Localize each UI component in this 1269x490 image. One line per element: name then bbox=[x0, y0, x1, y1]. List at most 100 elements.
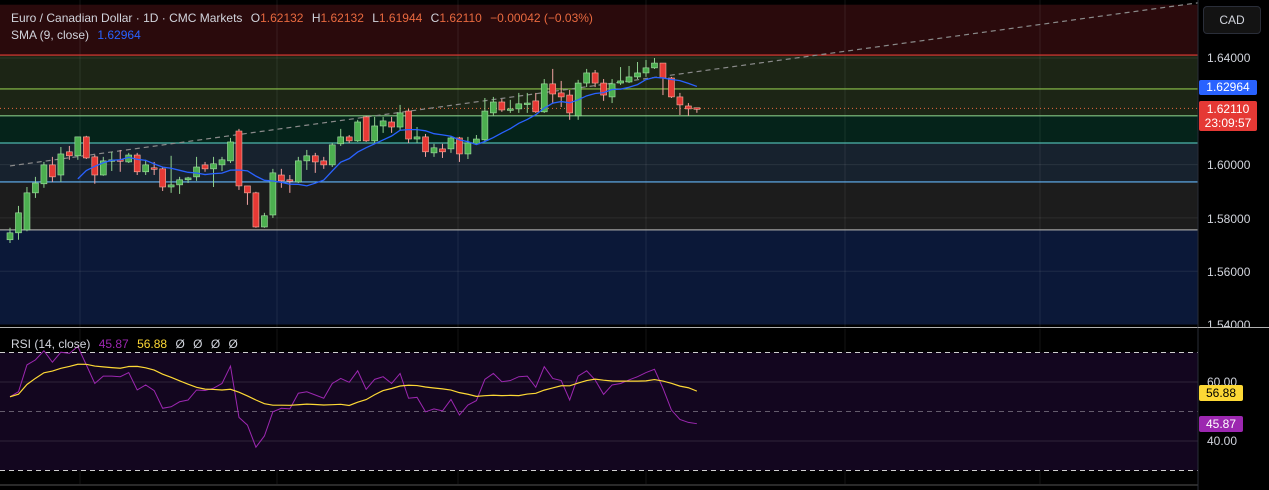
zone-band bbox=[0, 143, 1198, 182]
candle-body bbox=[566, 94, 573, 114]
candle-body bbox=[184, 177, 192, 181]
price-tick: 1.64000 bbox=[1207, 51, 1251, 65]
candle-body bbox=[430, 147, 438, 154]
candle-body bbox=[413, 136, 421, 140]
price-tick: 1.56000 bbox=[1207, 265, 1251, 279]
price-tick: 1.60000 bbox=[1207, 158, 1251, 172]
price-tick: 1.58000 bbox=[1207, 212, 1251, 226]
high-label: H bbox=[311, 11, 321, 25]
candle-body bbox=[396, 112, 404, 128]
candle-body bbox=[328, 144, 336, 166]
candle-body bbox=[311, 155, 319, 163]
rsi-label: RSI (14, close) bbox=[11, 337, 91, 351]
candle-body bbox=[685, 105, 692, 110]
high-value: 1.62132 bbox=[320, 11, 364, 25]
candle-body bbox=[464, 142, 472, 155]
candle-body bbox=[15, 212, 22, 234]
candle-body bbox=[57, 153, 65, 176]
chart-canvas[interactable] bbox=[0, 0, 1269, 490]
candle-body bbox=[218, 159, 226, 166]
candle-body bbox=[66, 151, 73, 157]
candle-body bbox=[651, 62, 658, 69]
candle-body bbox=[617, 80, 624, 84]
zone-band bbox=[0, 115, 1198, 144]
last-price: 1.62110 bbox=[1206, 102, 1250, 116]
candle-body bbox=[150, 167, 158, 170]
candle-body bbox=[345, 136, 353, 142]
candle-body bbox=[32, 182, 39, 194]
candle-body bbox=[6, 232, 14, 241]
candle-body bbox=[286, 179, 294, 182]
candle-body bbox=[583, 72, 590, 84]
price-tick: 1.54000 bbox=[1207, 318, 1251, 327]
rsi-tag: 45.87 bbox=[1199, 416, 1243, 432]
candle-body bbox=[40, 164, 48, 185]
open-label: O bbox=[250, 11, 261, 25]
candle-body bbox=[507, 108, 514, 111]
candle-body bbox=[642, 67, 650, 74]
candle-body bbox=[634, 72, 641, 78]
candle-body bbox=[159, 168, 166, 188]
candle-body bbox=[261, 215, 268, 228]
candle-body bbox=[176, 179, 183, 186]
rsi-ma-tag: 56.88 bbox=[1199, 385, 1243, 401]
candle-body bbox=[591, 72, 599, 84]
rsi-value: 45.87 bbox=[98, 337, 129, 351]
candle-body bbox=[625, 76, 633, 83]
candle-body bbox=[133, 154, 141, 173]
candle-body bbox=[142, 164, 149, 173]
sma-label: SMA (9, close) bbox=[11, 28, 90, 42]
candle-body bbox=[235, 130, 243, 187]
candle-body bbox=[532, 100, 540, 113]
candle-body bbox=[295, 160, 302, 183]
candle-body bbox=[481, 110, 489, 141]
candle-body bbox=[193, 166, 200, 178]
candle-body bbox=[515, 103, 523, 110]
candle-body bbox=[523, 102, 531, 105]
candle-body bbox=[557, 92, 565, 98]
candle-body bbox=[303, 155, 311, 162]
rsi-ma-value: 56.88 bbox=[137, 337, 168, 351]
candle-body bbox=[244, 185, 251, 194]
symbol-title[interactable]: Euro / Canadian Dollar · 1D · CMC Market… bbox=[11, 11, 242, 25]
candle-body bbox=[252, 192, 260, 228]
candle-body bbox=[227, 141, 234, 162]
candle-body bbox=[490, 101, 497, 114]
candle-body bbox=[362, 116, 370, 142]
candle-body bbox=[371, 125, 378, 142]
candle-body bbox=[337, 136, 345, 145]
candle-body bbox=[320, 160, 328, 166]
symbol-legend: Euro / Canadian Dollar · 1D · CMC Market… bbox=[11, 11, 598, 25]
candle-body bbox=[549, 83, 557, 95]
sma-legend[interactable]: SMA (9, close) 1.62964 bbox=[11, 28, 146, 42]
open-value: 1.62132 bbox=[260, 11, 304, 25]
candle-body bbox=[388, 121, 395, 128]
candle-body bbox=[659, 62, 667, 79]
zone-band bbox=[0, 229, 1198, 325]
low-value: 1.61944 bbox=[378, 11, 423, 25]
candle-body bbox=[693, 107, 701, 110]
candle-body bbox=[439, 148, 446, 153]
candle-body bbox=[354, 121, 361, 142]
candle-body bbox=[447, 137, 455, 150]
candle-body bbox=[74, 136, 82, 157]
candle-body bbox=[498, 101, 506, 111]
rsi-legend[interactable]: RSI (14, close) 45.87 56.88 Ø Ø Ø Ø bbox=[11, 337, 243, 351]
candle-body bbox=[473, 138, 480, 145]
currency-button[interactable]: CAD bbox=[1203, 6, 1261, 34]
candle-body bbox=[201, 164, 209, 170]
candle-body bbox=[422, 136, 429, 153]
candle-body bbox=[269, 172, 277, 216]
candle-body bbox=[49, 164, 56, 178]
sma-price-tag: 1.62964 bbox=[1199, 80, 1257, 95]
candle-body bbox=[405, 110, 412, 140]
low-label: L bbox=[372, 11, 379, 25]
candle-body bbox=[668, 77, 675, 98]
candle-body bbox=[379, 120, 387, 127]
rsi-extra-value: Ø bbox=[228, 337, 238, 351]
rsi-extra-value: Ø bbox=[193, 337, 203, 351]
close-value: 1.62110 bbox=[439, 11, 482, 25]
rsi-extra-value: Ø bbox=[175, 337, 185, 351]
last-price-tag: 1.62110 23:09:57 bbox=[1199, 101, 1257, 131]
candle-body bbox=[83, 136, 90, 159]
